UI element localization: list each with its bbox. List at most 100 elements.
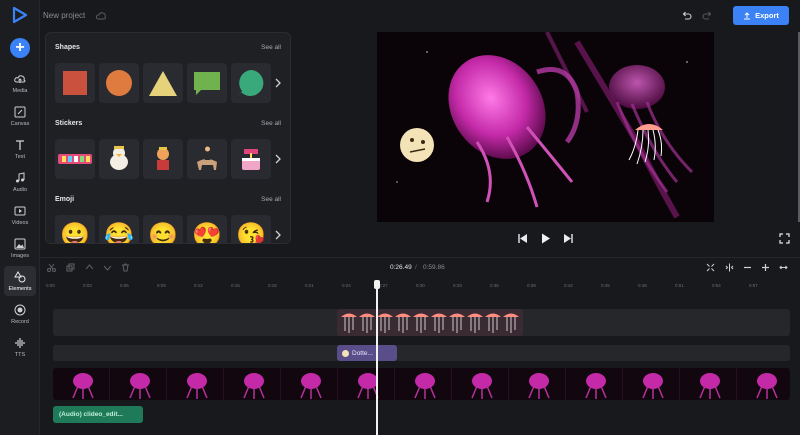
emoji-heart-eyes-tile[interactable]: 😍	[187, 215, 227, 243]
sidebar-item-label: TTS	[14, 351, 26, 358]
play-icon[interactable]	[540, 233, 551, 244]
playhead[interactable]	[376, 280, 378, 435]
section-title-emoji: Emoji	[55, 196, 75, 203]
emoji-clip[interactable]: Dotte...	[337, 345, 397, 361]
sticker-birthday-cake-tile[interactable]	[231, 139, 271, 179]
sidebar-item-text[interactable]: Text	[4, 134, 36, 164]
birthday-cake-icon	[242, 149, 260, 170]
see-all-stickers-link[interactable]: See all	[261, 120, 281, 127]
video-thumbnail	[452, 368, 509, 400]
add-button[interactable]: +	[10, 38, 30, 58]
video-preview-canvas[interactable]	[377, 32, 714, 222]
sticker-character-tile[interactable]	[143, 139, 183, 179]
sidebar-item-videos[interactable]: Videos	[4, 200, 36, 230]
zoom-in-icon[interactable]	[761, 263, 770, 272]
audio-clip[interactable]: (Audio) clideo_edit...	[53, 406, 143, 423]
sidebar-item-label: Media	[12, 87, 28, 94]
ruler-tick-label: 0:36	[490, 283, 499, 288]
ruler-tick-label: 0:51	[675, 283, 684, 288]
shape-circle-tile[interactable]	[99, 63, 139, 103]
sidebar-item-images[interactable]: Images	[4, 233, 36, 263]
ruler-tick-label: 0:12	[194, 283, 203, 288]
timeline-divider	[40, 257, 800, 258]
sidebar-item-label: Audio	[12, 186, 28, 193]
video-thumbnail	[53, 368, 110, 400]
video-thumbnail	[623, 368, 680, 400]
shape-round-bubble-tile[interactable]	[231, 63, 271, 103]
ruler-tick-label: 0:42	[564, 283, 573, 288]
playhead-handle[interactable]	[374, 280, 380, 289]
skip-forward-icon[interactable]	[563, 233, 574, 244]
circle-icon	[106, 70, 132, 96]
shape-triangle-tile[interactable]	[143, 63, 183, 103]
export-button[interactable]: Export	[733, 6, 789, 25]
ruler-tick-label: 0:00	[46, 283, 55, 288]
emoji-grinning-tile[interactable]: 😀	[55, 215, 95, 243]
send-backward-icon[interactable]	[103, 263, 112, 272]
project-title[interactable]: New project	[43, 11, 85, 20]
time-separator: /	[415, 264, 417, 271]
ruler-tick-label: 0:33	[453, 283, 462, 288]
left-rail: + Media Canvas Text Audio Videos Images …	[0, 0, 40, 435]
see-all-emoji-link[interactable]: See all	[261, 196, 281, 203]
sidebar-item-elements[interactable]: Elements	[4, 266, 36, 296]
shapes-icon	[14, 270, 26, 282]
love-it-sticker-icon	[58, 154, 92, 164]
jellyfish-sticker-clip[interactable]	[337, 309, 523, 336]
neutral-face-icon	[342, 349, 349, 357]
trash-icon[interactable]	[121, 263, 130, 272]
ruler-tick-label: 0:27	[379, 283, 388, 288]
text-icon	[16, 139, 24, 150]
ruler-tick-label: 0:06	[120, 283, 129, 288]
sticker-unicorn-rider-tile[interactable]	[187, 139, 227, 179]
sticker-love-it-tile[interactable]	[55, 139, 95, 179]
emoji-track[interactable]	[53, 345, 790, 361]
video-thumbnail	[509, 368, 566, 400]
sidebar-item-label: Videos	[11, 219, 29, 226]
emoji-clip-label: Dotte...	[352, 349, 373, 357]
ruler-tick-label: 0:45	[601, 283, 610, 288]
ruler-tick-label: 0:54	[712, 283, 721, 288]
bring-forward-icon[interactable]	[85, 263, 94, 272]
app-logo-icon[interactable]	[11, 6, 29, 24]
sidebar-item-tts[interactable]: TTS	[4, 332, 36, 362]
video-thumbnail	[680, 368, 737, 400]
chevron-right-icon[interactable]	[274, 230, 282, 240]
video-thumbnail	[281, 368, 338, 400]
chevron-right-icon[interactable]	[274, 78, 282, 88]
sidebar-item-record[interactable]: Record	[4, 299, 36, 329]
emoji-kiss-tile[interactable]: 😘	[231, 215, 271, 243]
sidebar-item-audio[interactable]: Audio	[4, 167, 36, 197]
expand-timeline-icon[interactable]	[779, 263, 788, 272]
round-bubble-icon	[238, 70, 264, 96]
unicorn-rider-sticker-icon	[197, 146, 217, 170]
scissors-icon[interactable]	[47, 263, 56, 272]
redo-icon[interactable]	[702, 10, 713, 21]
chevron-right-icon[interactable]	[274, 154, 282, 164]
video-thumbnail	[224, 368, 281, 400]
shape-speech-bubble-tile[interactable]	[187, 63, 227, 103]
character-sticker-icon	[157, 147, 169, 170]
sidebar-item-label: Canvas	[10, 120, 30, 127]
sidebar-item-canvas[interactable]: Canvas	[4, 101, 36, 131]
sticker-bird-tile[interactable]	[99, 139, 139, 179]
sidebar-item-media[interactable]: Media	[4, 68, 36, 98]
shape-square-tile[interactable]	[55, 63, 95, 103]
skip-back-icon[interactable]	[517, 233, 528, 244]
export-label: Export	[755, 11, 779, 20]
see-all-shapes-link[interactable]: See all	[261, 44, 281, 51]
zoom-out-icon[interactable]	[743, 263, 752, 272]
video-thumbnail	[110, 368, 167, 400]
bird-sticker-icon	[110, 146, 128, 170]
split-icon[interactable]	[725, 263, 734, 272]
undo-icon[interactable]	[681, 10, 692, 21]
duplicate-icon[interactable]	[66, 263, 75, 272]
fit-timeline-icon[interactable]	[706, 263, 715, 272]
emoji-smiling-tile[interactable]: 😊	[143, 215, 183, 243]
video-thumbnail	[338, 368, 395, 400]
emoji-tears-of-joy-tile[interactable]: 😂	[99, 215, 139, 243]
fullscreen-icon[interactable]	[779, 233, 790, 244]
ruler-tick-label: 0:18	[268, 283, 277, 288]
record-icon	[14, 304, 26, 315]
video-clip[interactable]	[53, 368, 790, 400]
